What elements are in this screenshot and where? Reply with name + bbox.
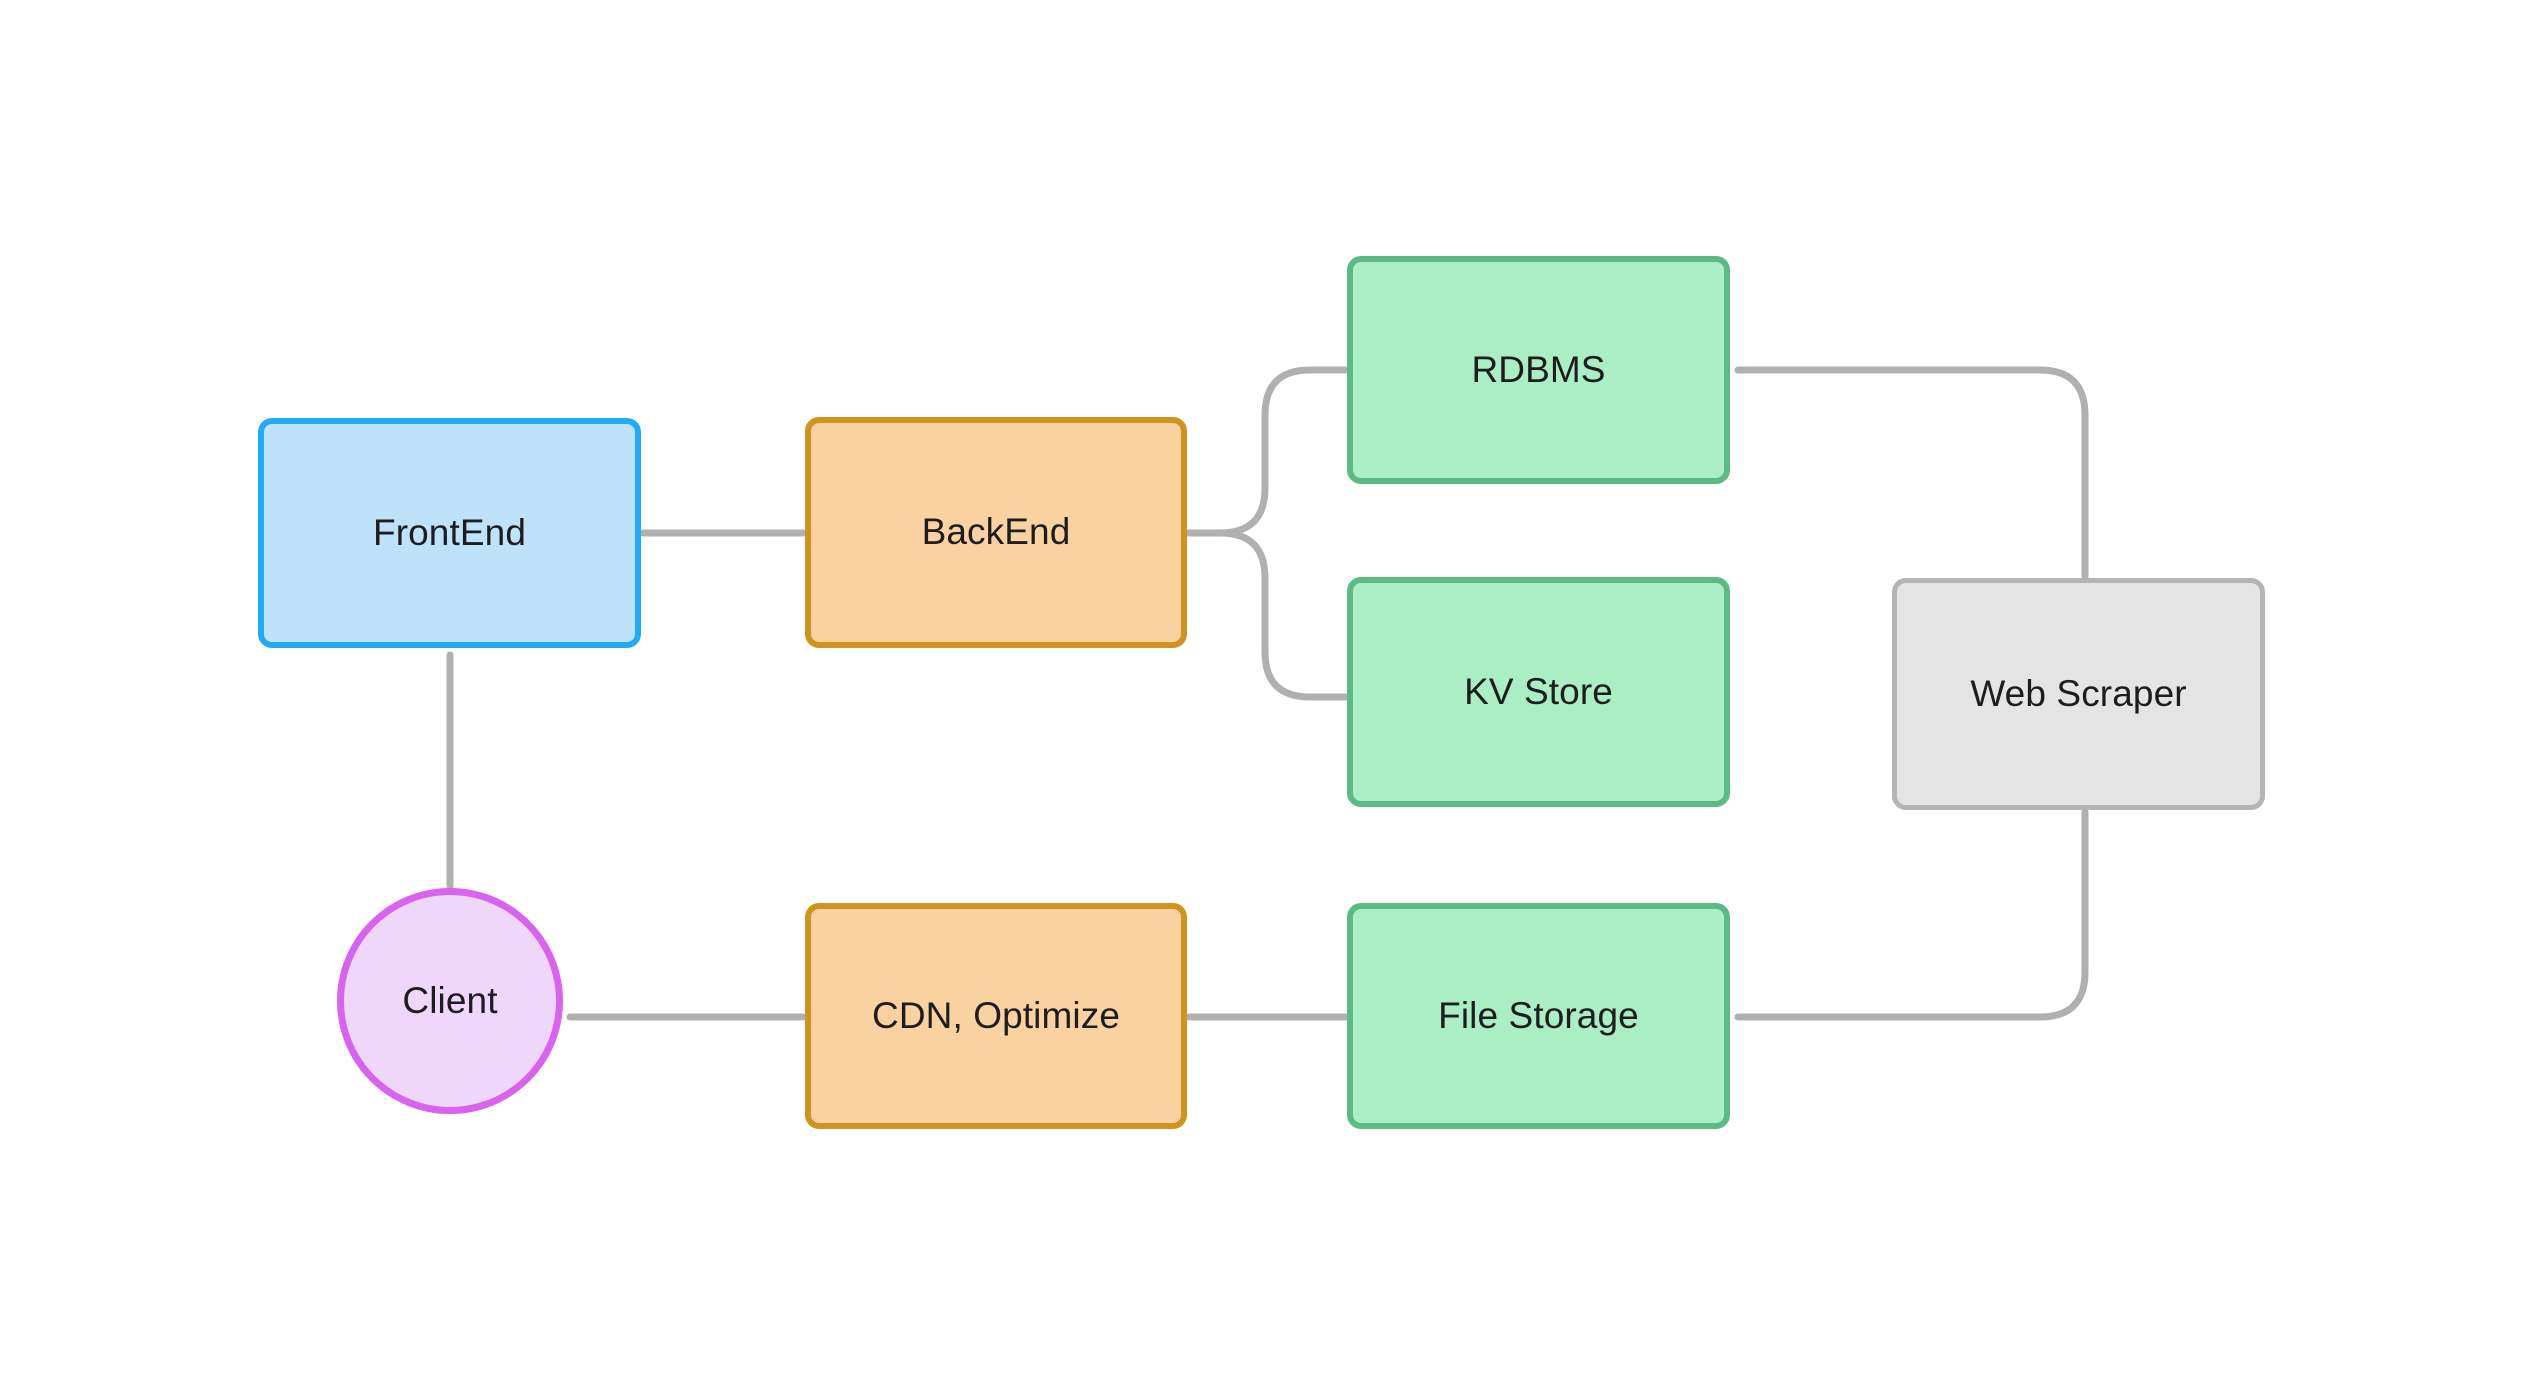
node-label-cdn: CDN, Optimize: [872, 994, 1120, 1036]
node-label-client: Client: [402, 979, 498, 1021]
node-cdn[interactable]: CDN, Optimize: [805, 903, 1187, 1129]
node-label-backend: BackEnd: [921, 511, 1071, 553]
node-label-kvstore: KV Store: [1464, 670, 1613, 712]
connector-backend-kvstore: [1185, 529, 1349, 701]
node-client[interactable]: Client: [337, 888, 563, 1114]
node-webscraper[interactable]: Web Scraper: [1892, 578, 2265, 810]
connector-backend-rdbms: [1185, 366, 1349, 537]
node-backend[interactable]: BackEnd: [805, 417, 1187, 648]
node-filestorage[interactable]: File Storage: [1347, 903, 1730, 1129]
architecture-diagram: FrontEnd BackEnd RDBMS KV Store Web Scraper C…: [0, 0, 2530, 1384]
node-frontend[interactable]: FrontEnd: [258, 418, 641, 648]
node-label-filestorage: File Storage: [1438, 994, 1639, 1036]
node-label-frontend: FrontEnd: [373, 511, 526, 553]
node-label-webscraper: Web Scraper: [1970, 672, 2187, 714]
node-rdbms[interactable]: RDBMS: [1347, 256, 1730, 484]
node-label-rdbms: RDBMS: [1471, 348, 1606, 390]
connector-filestorage-webscraper: [1734, 808, 2089, 1021]
connector-rdbms-webscraper: [1734, 366, 2089, 580]
node-kvstore[interactable]: KV Store: [1347, 577, 1730, 807]
